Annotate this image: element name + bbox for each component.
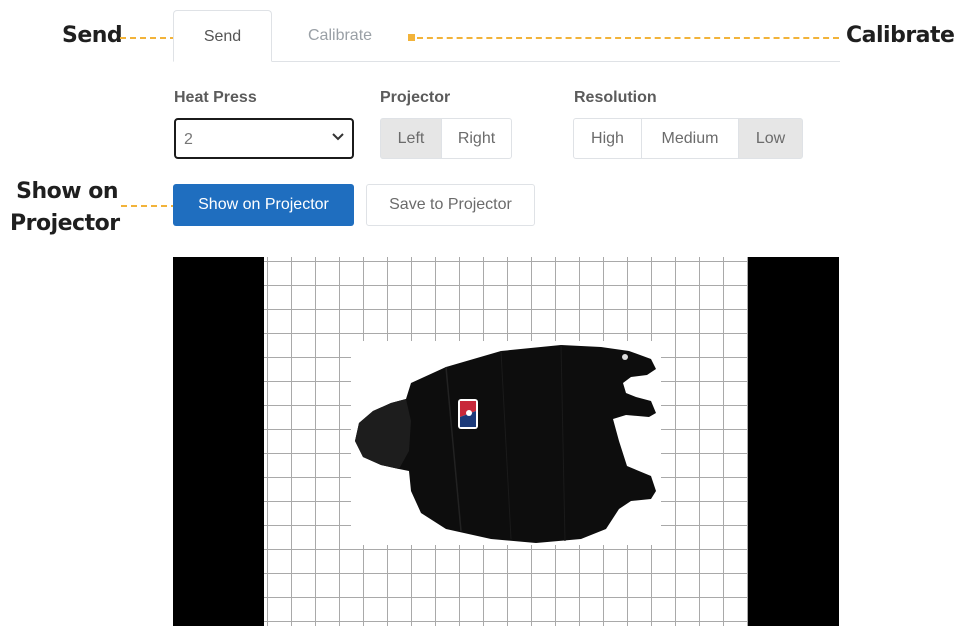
heat-press-select[interactable]: 2	[174, 118, 354, 159]
projector-toggle: Left Right	[380, 118, 512, 159]
callout-show-line1: Show on	[16, 179, 118, 204]
resolution-high-button[interactable]: High	[573, 118, 642, 159]
callout-show-line	[121, 205, 177, 207]
resolution-toggle: High Medium Low	[573, 118, 803, 159]
heat-press-value: 2	[184, 131, 193, 148]
save-to-projector-button[interactable]: Save to Projector	[366, 184, 535, 226]
heat-press-label: Heat Press	[174, 89, 257, 106]
tab-calibrate[interactable]: Calibrate	[308, 10, 372, 61]
callout-show-line2: Projector	[10, 211, 120, 236]
callout-show-on-projector: Show on Projector	[10, 176, 120, 240]
projector-label: Projector	[380, 89, 451, 106]
hoodie-image	[355, 344, 656, 543]
chevron-down-icon	[332, 133, 344, 141]
show-on-projector-button[interactable]: Show on Projector	[173, 184, 354, 226]
callout-calibrate: Calibrate	[846, 23, 955, 48]
resolution-medium-button[interactable]: Medium	[641, 118, 739, 159]
tab-send[interactable]: Send	[173, 10, 272, 62]
callout-send: Send	[62, 23, 123, 48]
resolution-low-button[interactable]: Low	[738, 118, 803, 159]
projection-preview	[173, 257, 839, 626]
projector-left-button[interactable]: Left	[380, 118, 442, 159]
projector-right-button[interactable]: Right	[441, 118, 512, 159]
tab-bar: Send Calibrate	[173, 10, 840, 62]
logo-badge-icon	[458, 399, 478, 429]
resolution-label: Resolution	[574, 89, 657, 106]
